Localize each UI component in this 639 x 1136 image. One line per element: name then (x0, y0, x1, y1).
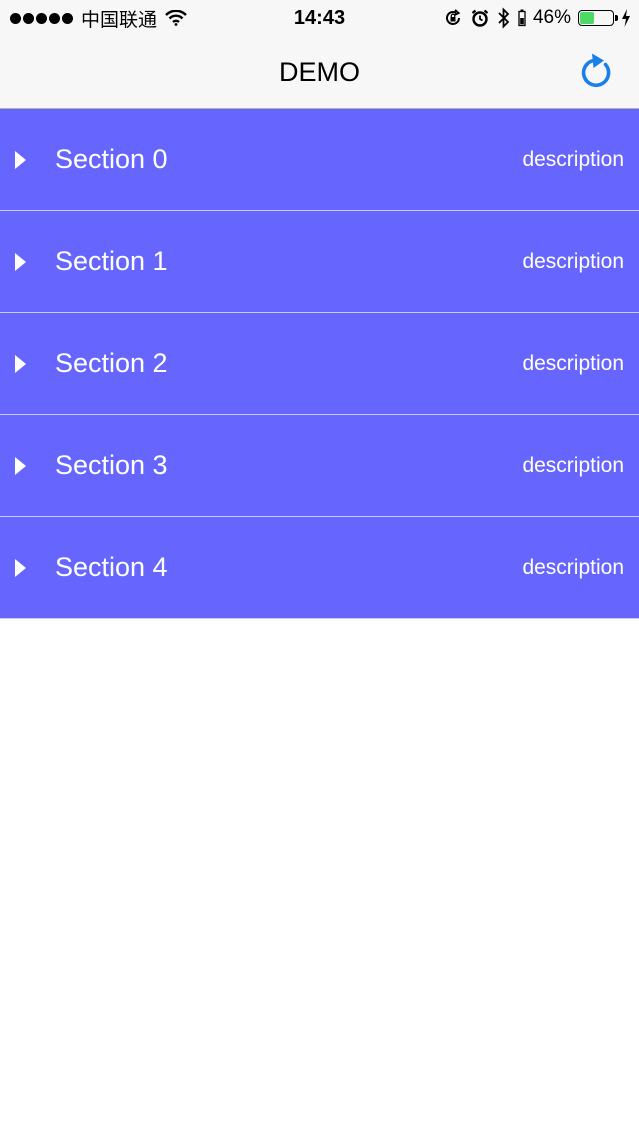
disclosure-arrow-icon (15, 559, 26, 577)
section-row-4[interactable]: Section 4 description (0, 517, 639, 619)
section-description: description (522, 250, 624, 273)
section-description: description (522, 148, 624, 171)
section-title: Section 2 (55, 348, 168, 378)
section-row-3[interactable]: Section 3 description (0, 415, 639, 517)
disclosure-arrow-icon (15, 355, 26, 373)
section-description: description (522, 454, 624, 477)
charging-icon (622, 9, 630, 27)
battery-percent: 46% (532, 7, 571, 28)
section-row-0[interactable]: Section 0 description (0, 109, 639, 211)
status-right: 46% (443, 0, 631, 36)
section-title: Section 0 (55, 144, 168, 174)
section-row-1[interactable]: Section 1 description (0, 211, 639, 313)
battery-icon (578, 10, 618, 26)
disclosure-arrow-icon (15, 253, 26, 271)
section-description: description (522, 352, 624, 375)
status-bar: 中国联通 14:43 46% (0, 0, 639, 36)
disclosure-arrow-icon (15, 151, 26, 169)
battery-fill (580, 12, 594, 24)
section-list: Section 0 description Section 1 descript… (0, 109, 639, 619)
page-title: DEMO (279, 57, 360, 87)
section-title: Section 1 (55, 246, 168, 276)
disclosure-arrow-icon (15, 457, 26, 475)
battery-icon-small (518, 9, 526, 27)
section-row-2[interactable]: Section 2 description (0, 313, 639, 415)
bluetooth-icon (498, 7, 510, 29)
section-description: description (522, 556, 624, 579)
section-title: Section 3 (55, 450, 168, 480)
alarm-icon (471, 9, 489, 27)
navigation-bar: DEMO (0, 36, 639, 109)
orientation-lock-icon (446, 9, 461, 25)
section-title: Section 4 (55, 552, 168, 582)
refresh-button[interactable] (577, 50, 617, 92)
refresh-icon (581, 53, 611, 88)
